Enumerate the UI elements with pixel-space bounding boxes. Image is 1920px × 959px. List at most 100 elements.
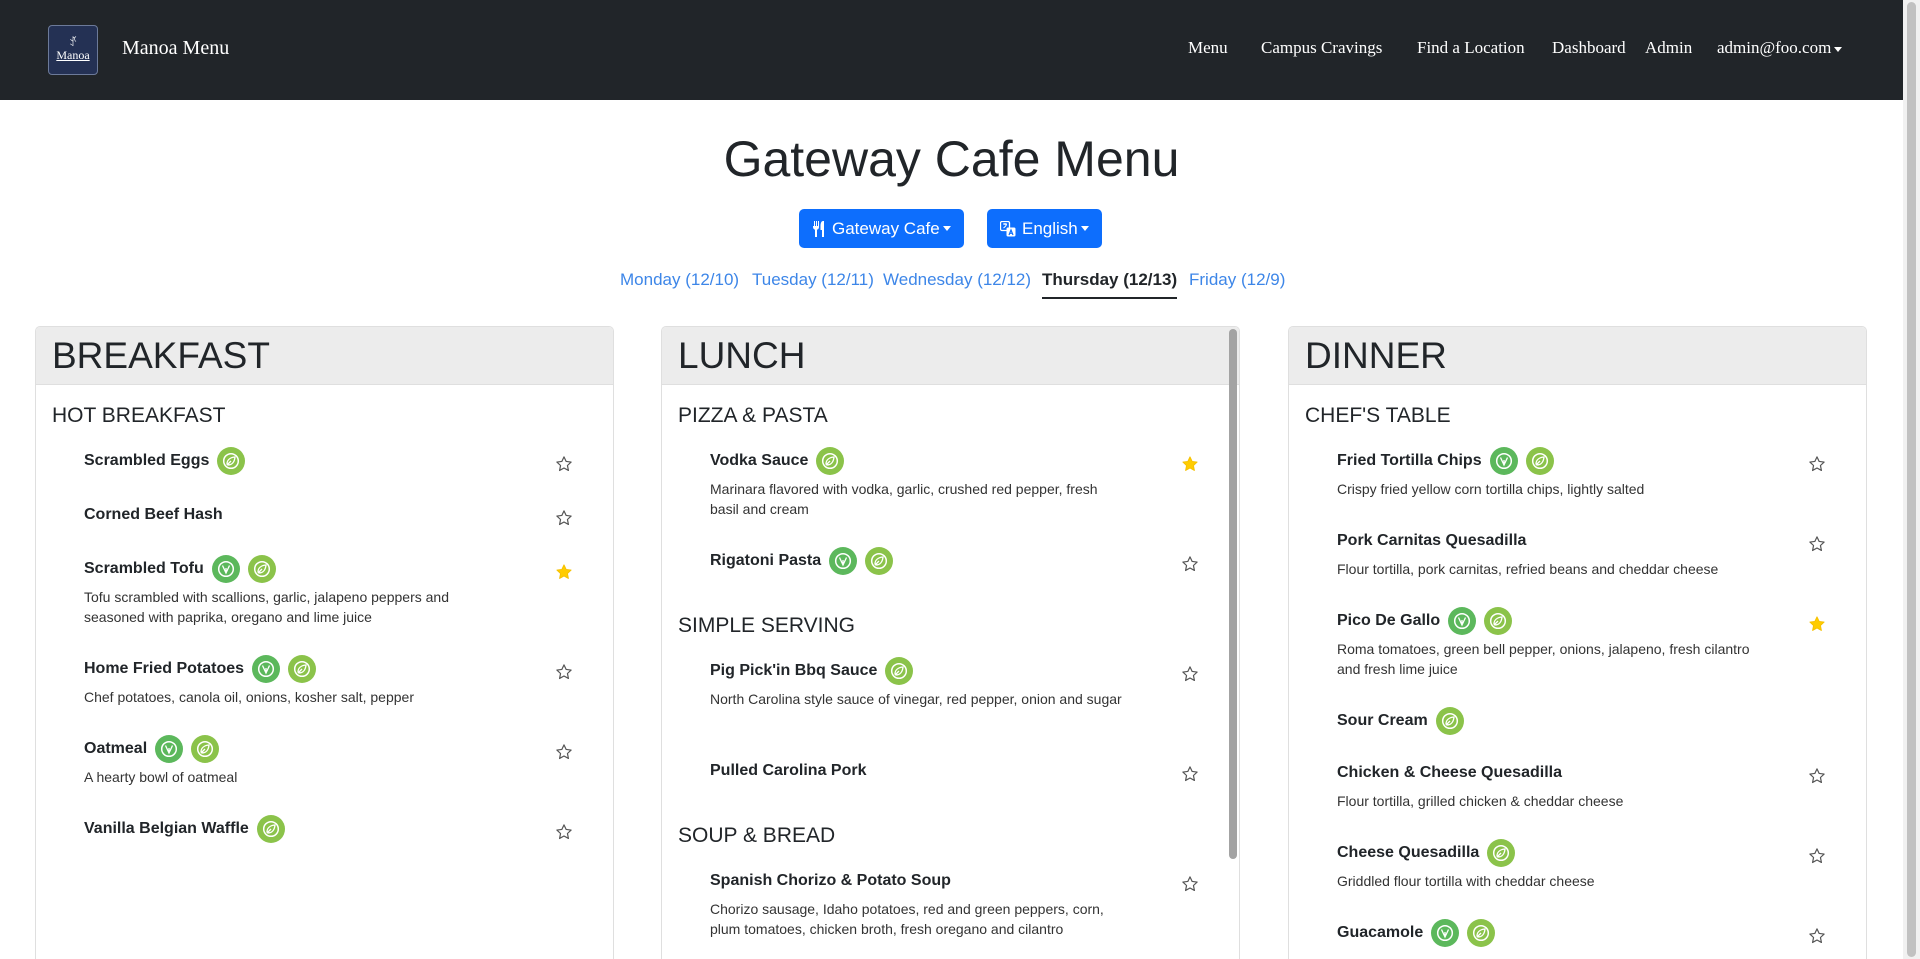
item-name[interactable]: Oatmeal — [84, 740, 147, 758]
item-description: Griddled flour tortilla with cheddar che… — [1337, 873, 1595, 889]
vegetarian-icon — [217, 447, 246, 475]
menu-item: Vodka Sauce Marinara flavored with vodka… — [710, 447, 1199, 519]
menu-item: Pico De Gallo Roma tomatoes, green bell … — [1337, 607, 1826, 679]
menu-item: Chicken & Cheese Quesadilla Flour tortil… — [1337, 759, 1826, 811]
item-description: Roma tomatoes, green bell pepper, onions… — [1337, 641, 1750, 677]
menu-item: Spanish Chorizo & Potato Soup Chorizo sa… — [710, 867, 1199, 939]
item-name[interactable]: Pulled Carolina Pork — [710, 762, 866, 780]
item-name[interactable]: Chicken & Cheese Quesadilla — [1337, 764, 1562, 782]
item-description: Chef potatoes, canola oil, onions, koshe… — [84, 689, 414, 705]
item-name[interactable]: Pig Pick'in Bbq Sauce — [710, 662, 877, 680]
nav-link-campus-cravings[interactable]: Campus Cravings — [1261, 38, 1382, 58]
dinner-card: DINNER CHEF'S TABLE Fried Tortilla Chips… — [1288, 326, 1867, 959]
item-name[interactable]: Sour Cream — [1337, 712, 1428, 730]
menu-item: Pulled Carolina Pork — [710, 757, 1199, 785]
item-description: Flour tortilla, pork carnitas, refried b… — [1337, 561, 1719, 577]
vegan-icon — [1448, 607, 1477, 635]
manoa-logo[interactable]: ꀋ Manoa — [48, 25, 98, 75]
item-name[interactable]: Rigatoni Pasta — [710, 552, 821, 570]
dinner-header: DINNER — [1289, 327, 1866, 385]
item-name[interactable]: Spanish Chorizo & Potato Soup — [710, 872, 951, 890]
item-name[interactable]: Corned Beef Hash — [84, 506, 223, 524]
menu-item: Guacamole — [1337, 919, 1826, 947]
day-tabs: Monday (12/10) Tuesday (12/11) Wednesday… — [0, 270, 1903, 302]
favorite-star-icon[interactable] — [1181, 765, 1199, 788]
tab-monday[interactable]: Monday (12/10) — [620, 270, 739, 297]
item-description: North Carolina style sauce of vinegar, r… — [710, 691, 1122, 707]
page-scrollbar-thumb[interactable] — [1907, 2, 1916, 957]
favorite-star-icon[interactable] — [555, 823, 573, 846]
item-description: Flour tortilla, grilled chicken & chedda… — [1337, 793, 1624, 809]
favorite-star-icon[interactable] — [1808, 767, 1826, 790]
nav-link-dashboard[interactable]: Dashboard — [1552, 38, 1626, 58]
tab-friday[interactable]: Friday (12/9) — [1189, 270, 1285, 297]
favorite-star-filled-icon[interactable] — [555, 563, 573, 586]
station-title: PIZZA & PASTA — [678, 404, 828, 427]
nav-link-admin[interactable]: Admin — [1645, 38, 1692, 58]
location-dropdown-button[interactable]: Gateway Cafe — [799, 209, 964, 248]
favorite-star-icon[interactable] — [555, 509, 573, 532]
vegan-icon — [1489, 447, 1518, 475]
item-name[interactable]: Pico De Gallo — [1337, 612, 1440, 630]
vegetarian-icon — [256, 815, 285, 843]
nav-link-find-location[interactable]: Find a Location — [1417, 38, 1525, 58]
item-description: Chorizo sausage, Idaho potatoes, red and… — [710, 901, 1104, 937]
item-name[interactable]: Home Fried Potatoes — [84, 660, 244, 678]
station-title: CHEF'S TABLE — [1305, 404, 1451, 427]
tab-tuesday[interactable]: Tuesday (12/11) — [752, 270, 874, 297]
menu-item: Scrambled Tofu Tofu scrambled with scall… — [84, 555, 573, 627]
favorite-star-icon[interactable] — [555, 455, 573, 478]
vegetarian-icon — [247, 555, 276, 583]
meal-title: BREAKFAST — [52, 335, 270, 376]
lunch-header: LUNCH — [662, 327, 1239, 385]
page-scrollbar[interactable] — [1903, 0, 1920, 959]
vegan-icon — [211, 555, 240, 583]
lunch-scrollbar[interactable] — [1229, 329, 1237, 859]
favorite-star-icon[interactable] — [1181, 665, 1199, 688]
item-name[interactable]: Scrambled Tofu — [84, 560, 204, 578]
vegetarian-icon — [288, 655, 317, 683]
favorite-star-icon[interactable] — [1808, 927, 1826, 950]
menu-item: Corned Beef Hash — [84, 501, 573, 529]
menu-item: Home Fried Potatoes Chef potatoes, canol… — [84, 655, 573, 707]
favorite-star-icon[interactable] — [1808, 847, 1826, 870]
vegan-icon — [155, 735, 184, 763]
vegetarian-icon — [1487, 839, 1516, 867]
favorite-star-icon[interactable] — [555, 663, 573, 686]
item-name[interactable]: Vanilla Belgian Waffle — [84, 820, 249, 838]
item-name[interactable]: Vodka Sauce — [710, 452, 808, 470]
item-name[interactable]: Guacamole — [1337, 924, 1423, 942]
brand-name[interactable]: Manoa Menu — [122, 37, 229, 60]
menu-item: Cheese Quesadilla Griddled flour tortill… — [1337, 839, 1826, 891]
tab-wednesday[interactable]: Wednesday (12/12) — [883, 270, 1031, 297]
favorite-star-filled-icon[interactable] — [1808, 615, 1826, 638]
user-dropdown[interactable]: admin@foo.com — [1717, 38, 1843, 58]
item-name[interactable]: Pork Carnitas Quesadilla — [1337, 532, 1526, 550]
vegetarian-icon — [816, 447, 845, 475]
menu-item: Scrambled Eggs — [84, 447, 573, 475]
utensils-icon — [813, 220, 824, 237]
nav-link-menu[interactable]: Menu — [1188, 38, 1228, 58]
vegetarian-icon — [191, 735, 220, 763]
item-name[interactable]: Cheese Quesadilla — [1337, 844, 1479, 862]
favorite-star-filled-icon[interactable] — [1181, 455, 1199, 478]
favorite-star-icon[interactable] — [1181, 875, 1199, 898]
menu-item: Fried Tortilla Chips Crispy fried yellow… — [1337, 447, 1826, 499]
favorite-star-icon[interactable] — [1808, 535, 1826, 558]
vegan-icon — [252, 655, 281, 683]
item-description: Tofu scrambled with scallions, garlic, j… — [84, 589, 449, 625]
breakfast-header: BREAKFAST — [36, 327, 613, 385]
language-dropdown-button[interactable]: English — [987, 209, 1102, 248]
favorite-star-icon[interactable] — [1808, 455, 1826, 478]
meal-title: DINNER — [1305, 335, 1447, 376]
language-dropdown-label: English — [1022, 218, 1078, 238]
vegetarian-icon — [1484, 607, 1513, 635]
item-name[interactable]: Fried Tortilla Chips — [1337, 452, 1482, 470]
favorite-star-icon[interactable] — [1181, 555, 1199, 578]
menu-item: Pig Pick'in Bbq Sauce North Carolina sty… — [710, 657, 1199, 709]
favorite-star-icon[interactable] — [555, 743, 573, 766]
translate-icon — [1000, 220, 1016, 236]
meal-title: LUNCH — [678, 335, 806, 376]
tab-thursday[interactable]: Thursday (12/13) — [1042, 270, 1178, 299]
item-name[interactable]: Scrambled Eggs — [84, 452, 209, 470]
